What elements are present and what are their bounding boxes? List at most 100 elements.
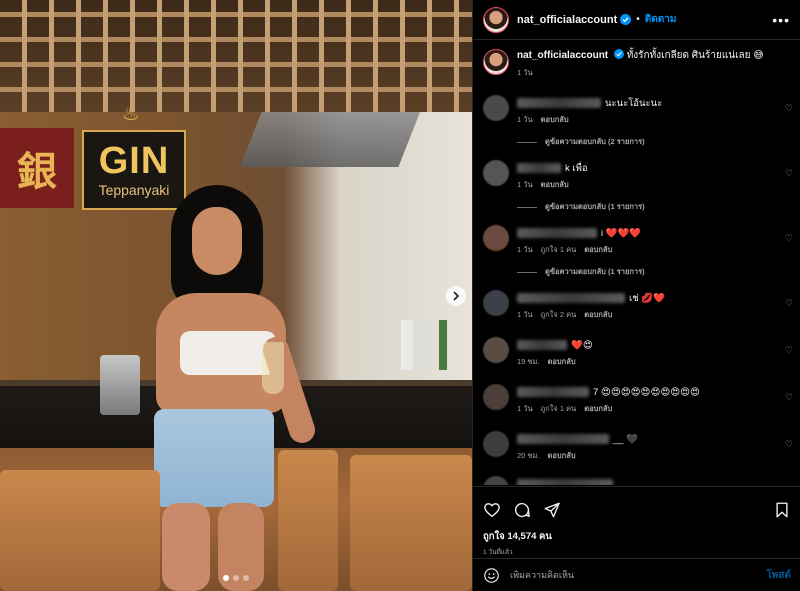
carousel-next-button[interactable]	[446, 286, 466, 306]
carousel-dots	[0, 575, 472, 581]
action-icons	[473, 487, 800, 523]
chair	[350, 455, 472, 591]
comment-time: 1 วัน	[517, 310, 533, 319]
view-replies-label: ดูข้อความตอบกลับ (2 รายการ)	[545, 137, 645, 146]
verified-badge-icon	[613, 49, 624, 59]
comment-icon[interactable]	[513, 501, 531, 519]
flame-logo-icon: ♨	[122, 103, 140, 125]
reply-button[interactable]: ตอบกลับ	[584, 244, 612, 256]
add-comment-bar: โพสต์	[473, 558, 800, 591]
separator-dot: •	[636, 14, 640, 25]
comment-text: i ❤️❤️❤️	[601, 227, 642, 239]
avatar[interactable]	[483, 6, 509, 33]
reply-button[interactable]: ตอบกลับ	[584, 403, 612, 415]
comment-avatar[interactable]	[483, 476, 509, 485]
comment-avatar[interactable]	[483, 384, 509, 410]
post-header: nat_officialaccount • ติดตาม •••	[473, 0, 800, 40]
post-actions: ถูกใจ 14,574 คน 1 วันที่แล้ว โพสต์	[473, 486, 800, 591]
caption-text-row: nat_officialaccount ทั้งรักทั้งเกลียด ศิ…	[517, 49, 764, 63]
sign-brand: GIN	[98, 140, 170, 182]
comment-item: i ❤️❤️❤️ 1 วัน ถูกใจ 1 คน ตอบกลับ ♡	[473, 221, 800, 256]
header-username[interactable]: nat_officialaccount	[517, 14, 617, 26]
comment-item: k เพื่อ 1 วัน ตอบกลับ ♡	[473, 156, 800, 191]
comment-time: 1 วัน	[517, 180, 533, 189]
divider-line	[517, 141, 537, 143]
carousel-dot[interactable]	[233, 575, 239, 581]
caption-avatar[interactable]	[483, 49, 509, 75]
posted-time: 1 วันที่แล้ว	[483, 549, 513, 556]
send-icon[interactable]	[543, 501, 561, 519]
more-horizontal-icon[interactable]: •••	[772, 12, 790, 28]
comment-likes[interactable]: ถูกใจ 1 คน	[541, 403, 577, 415]
blurred-username	[517, 98, 601, 108]
blurred-username	[517, 293, 625, 303]
blurred-username	[517, 340, 567, 350]
blurred-username	[517, 387, 589, 397]
comment-item: __ 🖤 20 ชม. ตอบกลับ ♡	[473, 427, 800, 462]
heart-icon[interactable]	[483, 501, 501, 519]
range-hood	[240, 112, 420, 167]
post-photo[interactable]: ♨ 銀 GIN Teppanyaki	[0, 0, 472, 591]
comment-avatar[interactable]	[483, 225, 509, 251]
comments-list[interactable]: nat_officialaccount ทั้งรักทั้งเกลียด ศิ…	[473, 41, 800, 485]
comment-text: __ 🖤	[613, 433, 639, 445]
view-replies-label: ดูข้อความตอบกลับ (1 รายการ)	[545, 202, 645, 211]
carousel-dot[interactable]	[243, 575, 249, 581]
bookmark-icon[interactable]	[773, 501, 791, 519]
blurred-username	[517, 228, 597, 238]
comment-like-icon[interactable]: ♡	[785, 345, 793, 356]
comment-like-icon[interactable]: ♡	[785, 233, 793, 244]
comment-like-icon[interactable]: ♡	[785, 392, 793, 403]
comment-text: เช่ 💋❤️	[629, 292, 665, 304]
reply-button[interactable]: ตอบกลับ	[548, 450, 576, 462]
person	[136, 185, 336, 591]
blurred-username	[517, 479, 613, 485]
comment-time: 1 วัน	[517, 245, 533, 254]
comment-avatar[interactable]	[483, 290, 509, 316]
caption-time: 1 วัน	[517, 68, 533, 77]
comment-like-icon[interactable]: ♡	[785, 168, 793, 179]
comment-text: k เพื่อ	[565, 162, 588, 174]
divider-line	[517, 206, 537, 208]
ice-bucket	[100, 355, 140, 415]
emoji-icon[interactable]	[483, 567, 500, 584]
comment-likes[interactable]: ถูกใจ 1 คน	[541, 244, 577, 256]
view-replies-button[interactable]: ดูข้อความตอบกลับ (1 รายการ)	[473, 191, 800, 221]
blurred-username	[517, 163, 561, 173]
sign-kanji: 銀	[0, 128, 74, 208]
comment-avatar[interactable]	[483, 431, 509, 457]
reply-button[interactable]: ตอบกลับ	[584, 309, 612, 321]
bottles	[395, 320, 465, 370]
view-replies-label: ดูข้อความตอบกลับ (1 รายการ)	[545, 267, 645, 276]
reply-button[interactable]: ตอบกลับ	[541, 179, 569, 191]
reply-button[interactable]: ตอบกลับ	[548, 356, 576, 368]
comment-item: เช่ 💋❤️ 1 วัน ถูกใจ 2 คน ตอบกลับ ♡	[473, 286, 800, 321]
face	[192, 207, 242, 275]
comment-avatar[interactable]	[483, 337, 509, 363]
comment-like-icon[interactable]: ♡	[785, 298, 793, 309]
view-replies-button[interactable]: ดูข้อความตอบกลับ (2 รายการ)	[473, 126, 800, 156]
comment-input[interactable]	[510, 570, 767, 580]
likes-count[interactable]: ถูกใจ 14,574 คน	[473, 523, 800, 544]
comment-like-icon[interactable]: ♡	[785, 439, 793, 450]
divider-line	[517, 271, 537, 273]
verified-badge-icon	[620, 14, 632, 25]
ceiling-lattice	[0, 0, 472, 112]
reply-button[interactable]: ตอบกลับ	[541, 114, 569, 126]
comment-likes[interactable]: ถูกใจ 2 คน	[541, 309, 577, 321]
comment-avatar[interactable]	[483, 95, 509, 121]
caption-text: ทั้งรักทั้งเกลียด ศินร้ายแน่เลย 😅	[626, 50, 764, 61]
comment-like-icon[interactable]: ♡	[785, 103, 793, 114]
wine-glass	[262, 342, 284, 394]
post-comment-button[interactable]: โพสต์	[766, 568, 791, 583]
view-replies-button[interactable]: ดูข้อความตอบกลับ (1 รายการ)	[473, 256, 800, 286]
comment-text: 7 😍😍😍😍😍😍😍😍😍😍	[593, 386, 700, 398]
follow-button[interactable]: ติดตาม	[645, 12, 677, 27]
comment-item	[473, 472, 800, 485]
carousel-dot[interactable]	[223, 575, 229, 581]
comment-time: 20 ชม.	[517, 451, 540, 460]
chevron-right-icon	[453, 291, 460, 301]
caption-username[interactable]: nat_officialaccount	[517, 50, 608, 61]
comment-avatar[interactable]	[483, 160, 509, 186]
shorts	[154, 409, 274, 507]
